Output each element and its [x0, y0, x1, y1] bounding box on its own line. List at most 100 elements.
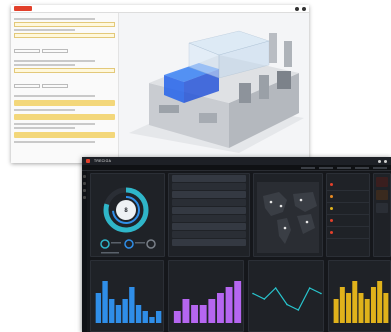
list-item[interactable] — [172, 231, 246, 238]
status-dot-icon — [330, 183, 333, 186]
status-dot-icon — [330, 207, 333, 210]
alert-item[interactable] — [376, 177, 388, 187]
text-line — [14, 18, 95, 20]
filter-chip[interactable] — [301, 166, 315, 169]
bar[interactable] — [339, 287, 345, 323]
app-logo — [14, 6, 32, 11]
bar[interactable] — [122, 299, 128, 323]
map-panel — [253, 173, 323, 257]
settings-icon[interactable] — [384, 159, 387, 163]
selected-step[interactable] — [14, 100, 115, 106]
bar[interactable] — [352, 281, 358, 323]
line-point[interactable] — [263, 298, 266, 300]
bar[interactable] — [377, 281, 383, 323]
3d-model-viewport[interactable] — [119, 13, 309, 163]
title-bar — [11, 5, 309, 13]
line-point[interactable] — [286, 303, 288, 306]
bar[interactable] — [370, 287, 376, 323]
option-button[interactable] — [42, 84, 68, 88]
side-rail — [82, 171, 87, 332]
step-card[interactable] — [14, 33, 115, 38]
step-card[interactable] — [14, 68, 115, 73]
status-row[interactable] — [327, 191, 369, 203]
selected-step[interactable] — [14, 132, 115, 138]
bar[interactable] — [109, 299, 115, 323]
bar[interactable] — [191, 305, 199, 323]
bar-chart-violet — [173, 281, 242, 323]
nav-icon[interactable] — [83, 175, 86, 178]
nav-icon[interactable] — [83, 189, 86, 192]
list-item[interactable] — [172, 215, 246, 222]
bar[interactable] — [225, 287, 233, 323]
bar[interactable] — [333, 299, 339, 323]
line-point[interactable] — [297, 309, 300, 311]
machine-3d-render — [119, 13, 309, 163]
world-map[interactable] — [257, 182, 319, 253]
bar[interactable] — [149, 317, 155, 323]
option-button[interactable] — [42, 49, 68, 53]
alert-item[interactable] — [376, 203, 388, 213]
bar[interactable] — [155, 311, 162, 323]
filter-chip[interactable] — [319, 166, 333, 169]
bar-chart-gold — [333, 281, 389, 323]
bar[interactable] — [115, 305, 122, 323]
bar[interactable] — [199, 305, 207, 323]
nav-icon[interactable] — [83, 196, 86, 199]
bar[interactable] — [234, 281, 242, 323]
notification-icon[interactable] — [378, 159, 381, 163]
list-item[interactable] — [172, 223, 246, 230]
text-line — [14, 123, 95, 125]
bar-chart-blue — [95, 281, 162, 323]
line-point[interactable] — [252, 292, 254, 295]
bar[interactable] — [182, 299, 190, 323]
bar[interactable] — [358, 293, 364, 323]
list-item[interactable] — [172, 199, 246, 206]
chart-panel-1 — [90, 260, 164, 332]
text-line — [14, 127, 75, 129]
bar[interactable] — [383, 293, 389, 323]
status-dot-icon — [330, 231, 333, 234]
alert-item[interactable] — [376, 190, 388, 200]
bar[interactable] — [216, 293, 224, 323]
bar[interactable] — [173, 311, 181, 323]
line-point[interactable] — [320, 292, 322, 295]
list-item[interactable] — [172, 207, 246, 214]
filters — [301, 166, 387, 169]
status-list — [327, 179, 369, 239]
bar[interactable] — [95, 293, 102, 323]
series-line — [252, 287, 322, 311]
bar[interactable] — [135, 305, 142, 323]
filter-chip[interactable] — [373, 166, 387, 169]
step-card[interactable] — [14, 22, 115, 27]
help-icon[interactable] — [295, 6, 299, 11]
bar[interactable] — [346, 293, 352, 323]
chart-panel-2 — [168, 260, 244, 332]
side-metrics-panel — [373, 173, 391, 257]
line-point[interactable] — [308, 287, 311, 289]
list-item[interactable] — [172, 183, 246, 190]
status-row[interactable] — [327, 215, 369, 227]
list-item[interactable] — [172, 239, 246, 246]
top-bar: TRECIOA — [82, 157, 391, 165]
bar[interactable] — [129, 287, 135, 323]
line-point[interactable] — [274, 287, 277, 289]
bar[interactable] — [142, 311, 148, 323]
bar[interactable] — [102, 281, 108, 323]
bar[interactable] — [208, 299, 216, 323]
user-avatar[interactable] — [302, 6, 306, 11]
list-item[interactable] — [172, 191, 246, 198]
status-row[interactable] — [327, 227, 369, 239]
selected-step[interactable] — [14, 114, 115, 120]
list-panel — [168, 173, 250, 257]
bar[interactable] — [364, 299, 370, 323]
option-button[interactable] — [14, 49, 40, 53]
text-line — [14, 64, 75, 66]
screenshot-collage: TRECIOA 8 — [0, 0, 391, 332]
filter-chip[interactable] — [355, 166, 369, 169]
filter-chip[interactable] — [337, 166, 351, 169]
status-row[interactable] — [327, 203, 369, 215]
status-row[interactable] — [327, 179, 369, 191]
nav-icon[interactable] — [83, 182, 86, 185]
option-button[interactable] — [14, 84, 40, 88]
list-item[interactable] — [172, 175, 246, 182]
